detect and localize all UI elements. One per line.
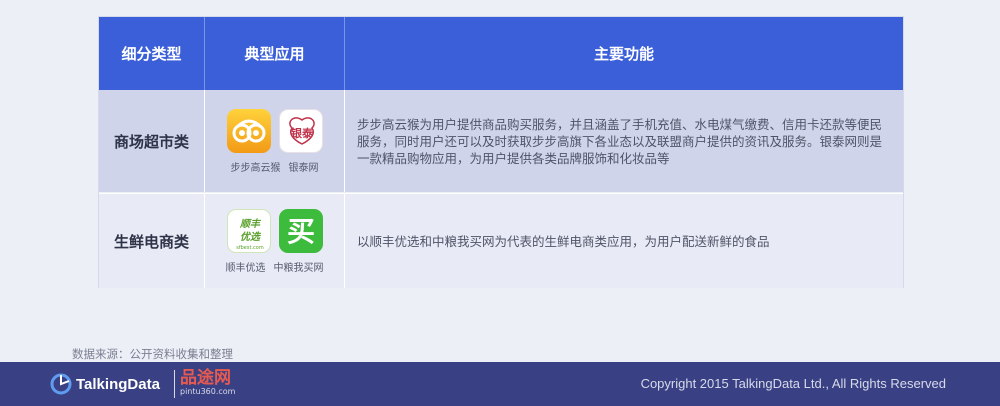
data-source-note: 数据来源：公开资料收集和整理 — [72, 347, 233, 361]
app-name-bubugao: 步步高云猴 — [230, 162, 281, 174]
bubugao-yunhou-app-icon — [226, 108, 271, 153]
pintu-logo-domain: pintu360.com — [180, 387, 236, 396]
shunfeng-youxuan-app-icon: 顺丰 优选 sfbest.com — [226, 208, 271, 253]
header-main-function: 主要功能 — [593, 45, 654, 63]
pintu-logo: 品途网 pintu360.com — [180, 369, 235, 397]
shunfeng-logo-text-1: 顺丰 — [239, 218, 262, 230]
footer-divider — [174, 370, 175, 398]
row-category: 生鲜电商类 — [99, 194, 205, 288]
row-category: 商场超市类 — [99, 90, 205, 192]
header-typical-apps: 典型应用 — [205, 17, 345, 90]
copyright-text: Copyright 2015 TalkingData Ltd., All Rig… — [640, 376, 946, 391]
table-header-row: 细分类型 典型应用 主要功能 — [99, 17, 903, 90]
table-row: 商场超市类 银泰 步步高云猴 银泰网 步步高云猴为用户提供商品购买服务，并且涵盖… — [99, 90, 903, 192]
yintai-logo-text: 银泰 — [291, 126, 314, 140]
comparison-table: 细分类型 典型应用 主要功能 商场超市类 银泰 步步高云猴 银泰网 步步高云猴为… — [98, 16, 904, 288]
row-description: 以顺丰优选和中粮我买网为代表的生鲜电商类应用，为用户配送新鲜的食品 — [357, 233, 770, 249]
zhongliang-logo-text: 买 — [286, 215, 314, 248]
zhongliang-womai-app-icon: 买 — [278, 208, 323, 253]
row-apps: 顺丰 优选 sfbest.com 买 顺丰优选 中粮我买网 — [205, 194, 345, 288]
app-name-yintai: 银泰网 — [288, 162, 319, 174]
row-description: 步步高云猴为用户提供商品购买服务，并且涵盖了手机充值、水电煤气缴费、信用卡还款等… — [357, 116, 883, 166]
row-apps: 银泰 步步高云猴 银泰网 — [205, 90, 345, 192]
talkingdata-logo-icon — [50, 373, 72, 395]
app-name-zhongliang: 中粮我买网 — [273, 262, 324, 274]
app-name-shunfeng: 顺丰优选 — [225, 262, 266, 274]
talkingdata-logo: TalkingData — [50, 373, 160, 395]
footer-bar: TalkingData 品途网 pintu360.com Copyright 2… — [0, 362, 1000, 406]
table-row: 生鲜电商类 顺丰 优选 sfbest.com 买 顺丰优选 中粮我买网 以顺丰优… — [99, 193, 903, 288]
talkingdata-logo-text: TalkingData — [76, 375, 160, 393]
shunfeng-domain-text: sfbest.com — [236, 245, 264, 251]
header-category: 细分类型 — [99, 17, 205, 90]
yintai-app-icon: 银泰 — [278, 108, 323, 153]
pintu-logo-text: 品途网 — [180, 368, 231, 388]
shunfeng-logo-text-2: 优选 — [240, 231, 262, 243]
